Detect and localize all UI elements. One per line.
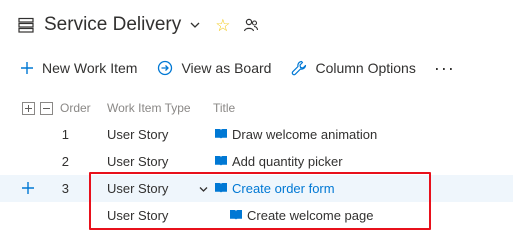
backlog-icon: [18, 17, 34, 33]
view-as-board-label: View as Board: [181, 60, 272, 76]
table-row[interactable]: 1 User Story Draw welcome animation: [0, 121, 513, 148]
table-row-selected[interactable]: 3 User Story Create order form: [0, 175, 513, 202]
row-title[interactable]: Add quantity picker: [232, 154, 343, 169]
chevron-down-icon[interactable]: [199, 185, 208, 194]
row-type: User Story: [107, 181, 169, 196]
page-title[interactable]: Service Delivery: [44, 14, 181, 36]
view-as-board-button[interactable]: View as Board: [157, 60, 271, 76]
more-actions-icon[interactable]: ···: [434, 58, 455, 79]
row-title-link[interactable]: Create order form: [232, 181, 335, 196]
column-header-title[interactable]: Title: [213, 101, 235, 115]
row-type: User Story: [107, 154, 169, 169]
column-header-order[interactable]: Order: [60, 101, 91, 115]
user-story-icon: [230, 210, 242, 220]
row-title[interactable]: Draw welcome animation: [232, 127, 377, 142]
column-headers: Order Work Item Type Title: [0, 101, 513, 119]
team-members-icon[interactable]: [243, 17, 259, 33]
row-order: 3: [61, 181, 69, 196]
column-header-type[interactable]: Work Item Type: [107, 101, 191, 115]
table-row[interactable]: User Story Create welcome page: [0, 202, 513, 229]
new-work-item-label: New Work Item: [42, 60, 138, 76]
toolbar: New Work Item View as Board Column Optio…: [20, 54, 455, 82]
row-title[interactable]: Create welcome page: [247, 208, 373, 223]
column-options-label: Column Options: [315, 60, 416, 76]
favorite-star-icon[interactable]: ☆: [215, 17, 230, 34]
new-work-item-button[interactable]: New Work Item: [20, 60, 137, 76]
chevron-down-icon[interactable]: [189, 19, 201, 31]
plus-icon: [21, 62, 33, 74]
page-header: Service Delivery ☆: [18, 10, 259, 40]
user-story-icon: [215, 156, 227, 166]
row-type: User Story: [107, 127, 169, 142]
column-options-button[interactable]: Column Options: [291, 60, 416, 76]
add-child-plus-icon[interactable]: [20, 180, 36, 196]
row-type: User Story: [107, 208, 169, 223]
wrench-icon: [292, 60, 307, 76]
circle-arrow-icon: [158, 60, 173, 76]
row-order: 1: [61, 127, 69, 142]
user-story-icon: [215, 183, 227, 193]
user-story-icon: [215, 129, 227, 139]
table-row[interactable]: 2 User Story Add quantity picker: [0, 148, 513, 175]
row-order: 2: [61, 154, 69, 169]
